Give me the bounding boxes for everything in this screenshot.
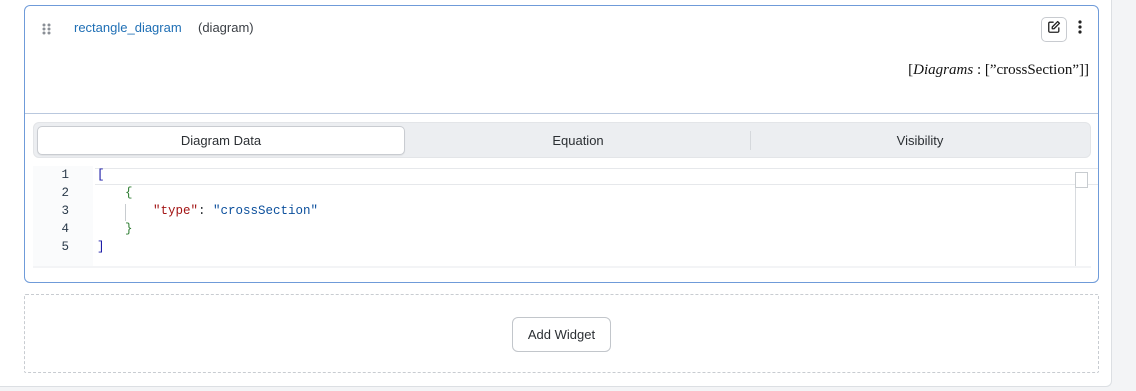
formula-close: ]: [1084, 62, 1089, 78]
code-token: "crossSection": [213, 204, 319, 218]
add-widget-dropzone: Add Widget: [24, 294, 1099, 373]
minimap-slider[interactable]: [1075, 172, 1088, 188]
header-divider: [25, 113, 1098, 114]
line-number: 3: [61, 204, 69, 218]
widgets-panel: rectangle_diagram (diagram) [Diagrams: …: [0, 0, 1112, 387]
widget-card: rectangle_diagram (diagram) [Diagrams: …: [24, 5, 1099, 283]
widget-name-link[interactable]: rectangle_diagram: [74, 20, 182, 35]
code-line: [: [97, 168, 105, 182]
tab-visibility[interactable]: Visibility: [751, 126, 1089, 155]
line-number: 1: [61, 168, 69, 182]
code-token: {: [125, 186, 133, 200]
current-line-highlight: [95, 168, 1098, 185]
code-line: {: [125, 186, 133, 200]
code-token: [: [97, 168, 105, 182]
editor-bottom-edge: [33, 266, 1091, 268]
edit-button[interactable]: [1041, 17, 1067, 42]
line-number: 4: [61, 222, 69, 236]
code-line: }: [125, 222, 133, 236]
line-number: 2: [61, 186, 69, 200]
code-line: "type": "crossSection": [153, 204, 318, 218]
code-token: :: [198, 204, 214, 218]
widget-header: rectangle_diagram (diagram) [Diagrams: …: [25, 6, 1098, 114]
code-token: ]: [97, 240, 105, 254]
tab-diagram-data[interactable]: Diagram Data: [37, 126, 405, 155]
widget-tab-bar: Diagram Data Equation Visibility: [33, 122, 1091, 158]
formula-sep: :: [973, 62, 985, 78]
formula-name: Diagrams: [913, 62, 974, 78]
edit-icon: [1047, 20, 1061, 39]
code-line: ]: [97, 240, 105, 254]
code-token: }: [125, 222, 133, 236]
formula-value: [”crossSection”]: [984, 62, 1084, 78]
diagram-formula: [Diagrams : [”crossSection”]]: [908, 62, 1089, 79]
line-number: 5: [61, 240, 69, 254]
tab-equation[interactable]: Equation: [406, 126, 750, 155]
indent-guide: [125, 204, 126, 221]
add-widget-button[interactable]: Add Widget: [512, 317, 611, 352]
widget-type-label: (diagram): [198, 20, 254, 35]
more-vertical-icon: [1078, 20, 1082, 39]
code-token: "type": [153, 204, 199, 218]
json-code-editor[interactable]: 1 2 3 4 5 [ { "type": "crossSection" } ]: [33, 166, 1098, 268]
drag-handle-icon[interactable]: [41, 22, 53, 36]
more-options-button[interactable]: [1071, 17, 1089, 42]
editor-gutter: 1 2 3 4 5: [33, 166, 93, 268]
